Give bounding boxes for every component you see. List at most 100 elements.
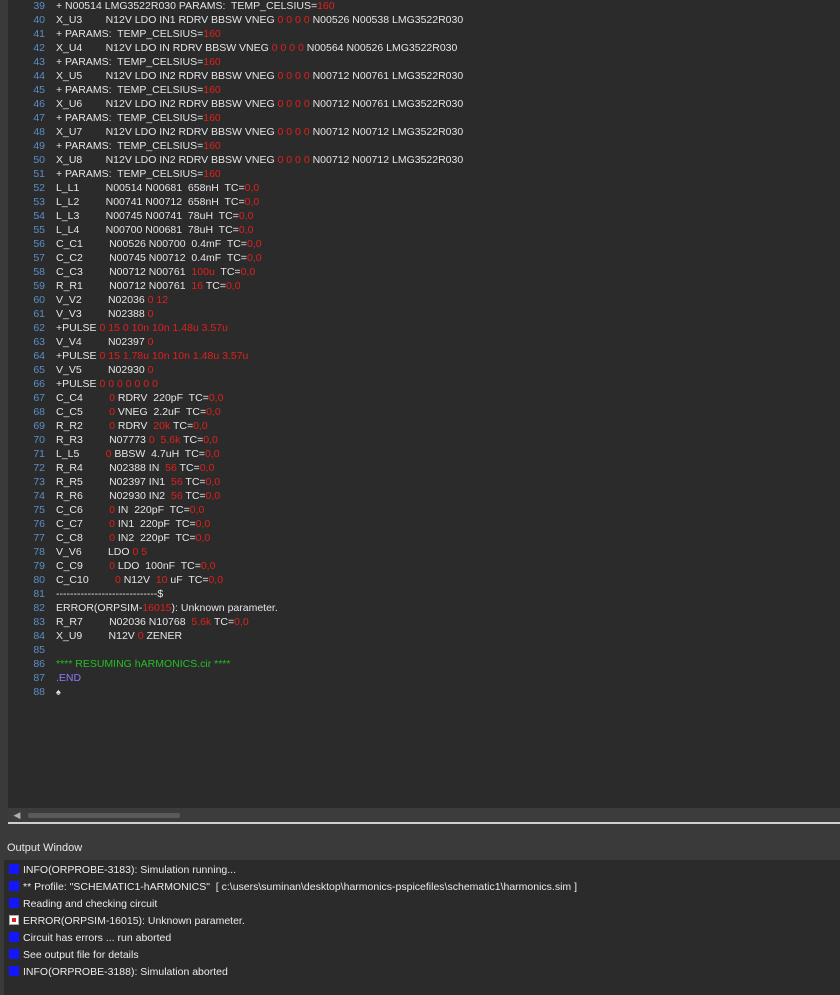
code-token: TC= xyxy=(211,616,235,628)
code-token-num: 0,0 xyxy=(246,252,262,264)
code-text: X_U3 N12V LDO IN1 RDRV BBSW VNEG 0 0 0 0… xyxy=(56,13,463,27)
code-text: R_R3 N07773 0 5.6k TC=0,0 xyxy=(56,433,218,447)
code-token: C_C5 xyxy=(56,406,110,418)
code-token: C_C6 xyxy=(56,504,110,516)
output-window[interactable]: INFO(ORPROBE-3183): Simulation running..… xyxy=(4,860,840,995)
code-text: + N00514 LMG3522R030 PARAMS: TEMP_CELSIU… xyxy=(56,0,335,13)
code-token: C_C7 xyxy=(56,518,110,530)
line-number: 69 xyxy=(33,420,45,432)
code-token: IN1 220pF TC= xyxy=(114,518,196,530)
code-token-num: 0,0 xyxy=(234,616,249,628)
code-token-marker: ♠ xyxy=(56,687,61,697)
code-text: C_C3 N00712 N00761 100u TC=0,0 xyxy=(56,265,255,279)
code-token: TC= xyxy=(182,476,206,488)
code-token-num: 0 15 0 10n 10n 1.48u 3.57u xyxy=(99,322,228,334)
line-number: 73 xyxy=(33,476,45,488)
line-number: 55 xyxy=(33,224,45,236)
code-token-num: 0 0 0 0 xyxy=(277,98,310,110)
line-number: 72 xyxy=(33,462,45,474)
code-token-num: 20k xyxy=(153,420,171,432)
scroll-left-arrow-icon[interactable]: ◀ xyxy=(12,810,22,820)
code-token: N12V xyxy=(120,574,156,586)
code-text: L_L1 N00514 N00681 658nH TC=0,0 xyxy=(56,181,259,195)
code-token-num: 0 0 0 0 xyxy=(277,126,310,138)
line-number: 53 xyxy=(33,196,45,208)
code-token: VNEG 2.2uF TC= xyxy=(114,406,207,418)
code-text: **** RESUMING hARMONICS.cir **** xyxy=(56,657,230,671)
code-text: R_R6 N02930 IN2 56 TC=0,0 xyxy=(56,489,220,503)
code-text: X_U9 N12V 0 ZENER xyxy=(56,629,182,643)
code-text: .END xyxy=(56,671,81,685)
code-token-num: 0,0 xyxy=(203,434,218,446)
code-token: N00712 N00761 LMG3522R030 xyxy=(309,70,464,82)
code-token: TC= xyxy=(203,280,226,292)
code-text: X_U6 N12V LDO IN2 RDRV BBSW VNEG 0 0 0 0… xyxy=(56,97,463,111)
code-text: +PULSE 0 15 1.78u 10n 10n 1.48u 3.57u xyxy=(56,349,248,363)
code-text: C_C7 0 IN1 220pF TC=0,0 xyxy=(56,517,210,531)
code-text: R_R1 N00712 N00761 16 TC=0,0 xyxy=(56,279,241,293)
netlist-editor[interactable]: 39 + N00514 LMG3522R030 PARAMS: TEMP_CELS… xyxy=(8,0,840,822)
code-token-num: 0 0 0 0 0 0 0 xyxy=(99,378,158,390)
scrollbar-thumb[interactable] xyxy=(28,813,180,818)
code-token: + PARAMS: TEMP_CELSIUS= xyxy=(56,84,204,96)
code-token: TC= xyxy=(176,462,200,474)
line-number: 88 xyxy=(33,686,45,698)
line-number: 82 xyxy=(33,602,45,614)
code-token-num: 0 xyxy=(147,336,154,348)
code-token: RDRV xyxy=(114,420,154,432)
code-token: C_C9 xyxy=(56,560,110,572)
code-token-num: 160 xyxy=(317,0,335,12)
code-token-num: 160 xyxy=(203,168,221,180)
code-token-num: 56 xyxy=(170,476,183,488)
line-number: 86 xyxy=(33,658,45,670)
code-token-num: 0 xyxy=(147,308,154,320)
code-token-num: 0 0 0 0 xyxy=(271,42,304,54)
code-text: C_C2 N00745 N00712 0.4mF TC=0,0 xyxy=(56,251,262,265)
code-token-num: 160 xyxy=(203,140,221,152)
code-token: V_V3 N02388 xyxy=(56,308,148,320)
code-text: -----------------------------$ xyxy=(56,587,163,601)
line-number: 66 xyxy=(33,378,45,390)
code-token-num: 0,0 xyxy=(244,196,260,208)
code-token-num: 0,0 xyxy=(205,490,221,502)
code-token: LDO 100nF TC= xyxy=(114,560,201,572)
code-text: + PARAMS: TEMP_CELSIUS=160 xyxy=(56,139,221,153)
code-token: L_L1 N00514 N00681 658nH TC= xyxy=(56,182,245,194)
line-number: 39 xyxy=(33,0,45,12)
line-number: 56 xyxy=(33,238,45,250)
output-line: ** Profile: "SCHEMATIC1-hARMONICS" [ c:\… xyxy=(9,879,577,896)
line-number: 81 xyxy=(33,588,45,600)
code-token: ZENER xyxy=(143,630,183,642)
line-number: 50 xyxy=(33,154,45,166)
line-number: 49 xyxy=(33,140,45,152)
line-number: 44 xyxy=(33,70,45,82)
code-token: V_V4 N02397 xyxy=(56,336,148,348)
code-text: R_R7 N02036 N10768 5.6k TC=0,0 xyxy=(56,615,249,629)
line-number: 65 xyxy=(33,364,45,376)
line-number: 78 xyxy=(33,546,45,558)
code-text: V_V6 LDO 0 5 xyxy=(56,545,147,559)
code-text: + PARAMS: TEMP_CELSIUS=160 xyxy=(56,167,221,181)
line-number: 54 xyxy=(33,210,45,222)
code-text: L_L2 N00741 N00712 658nH TC=0,0 xyxy=(56,195,259,209)
code-token: R_R5 N02397 IN1 xyxy=(56,476,171,488)
output-line-text: Reading and checking circuit xyxy=(23,898,158,910)
code-token-num: 0,0 xyxy=(189,504,205,516)
line-number: 60 xyxy=(33,294,45,306)
output-line: Reading and checking circuit xyxy=(9,896,157,913)
code-token-num: 0,0 xyxy=(206,406,221,418)
code-token: R_R1 N00712 N00761 xyxy=(56,280,192,292)
code-token-num: 0,0 xyxy=(208,392,224,404)
code-token-num: 0,0 xyxy=(193,420,208,432)
code-token: TC= xyxy=(182,490,206,502)
code-token: R_R7 N02036 N10768 xyxy=(56,616,192,628)
line-number: 45 xyxy=(33,84,45,96)
line-number: 59 xyxy=(33,280,45,292)
code-token: X_U3 N12V LDO IN1 RDRV BBSW VNEG xyxy=(56,14,278,26)
line-number: 77 xyxy=(33,532,45,544)
code-token-num: 0,0 xyxy=(205,476,221,488)
code-token-num: 0 5.6k xyxy=(148,434,181,446)
output-line-text: INFO(ORPROBE-3183): Simulation running..… xyxy=(23,864,236,876)
code-token-num: 0,0 xyxy=(195,518,211,530)
horizontal-scrollbar[interactable]: ◀ xyxy=(8,808,840,822)
